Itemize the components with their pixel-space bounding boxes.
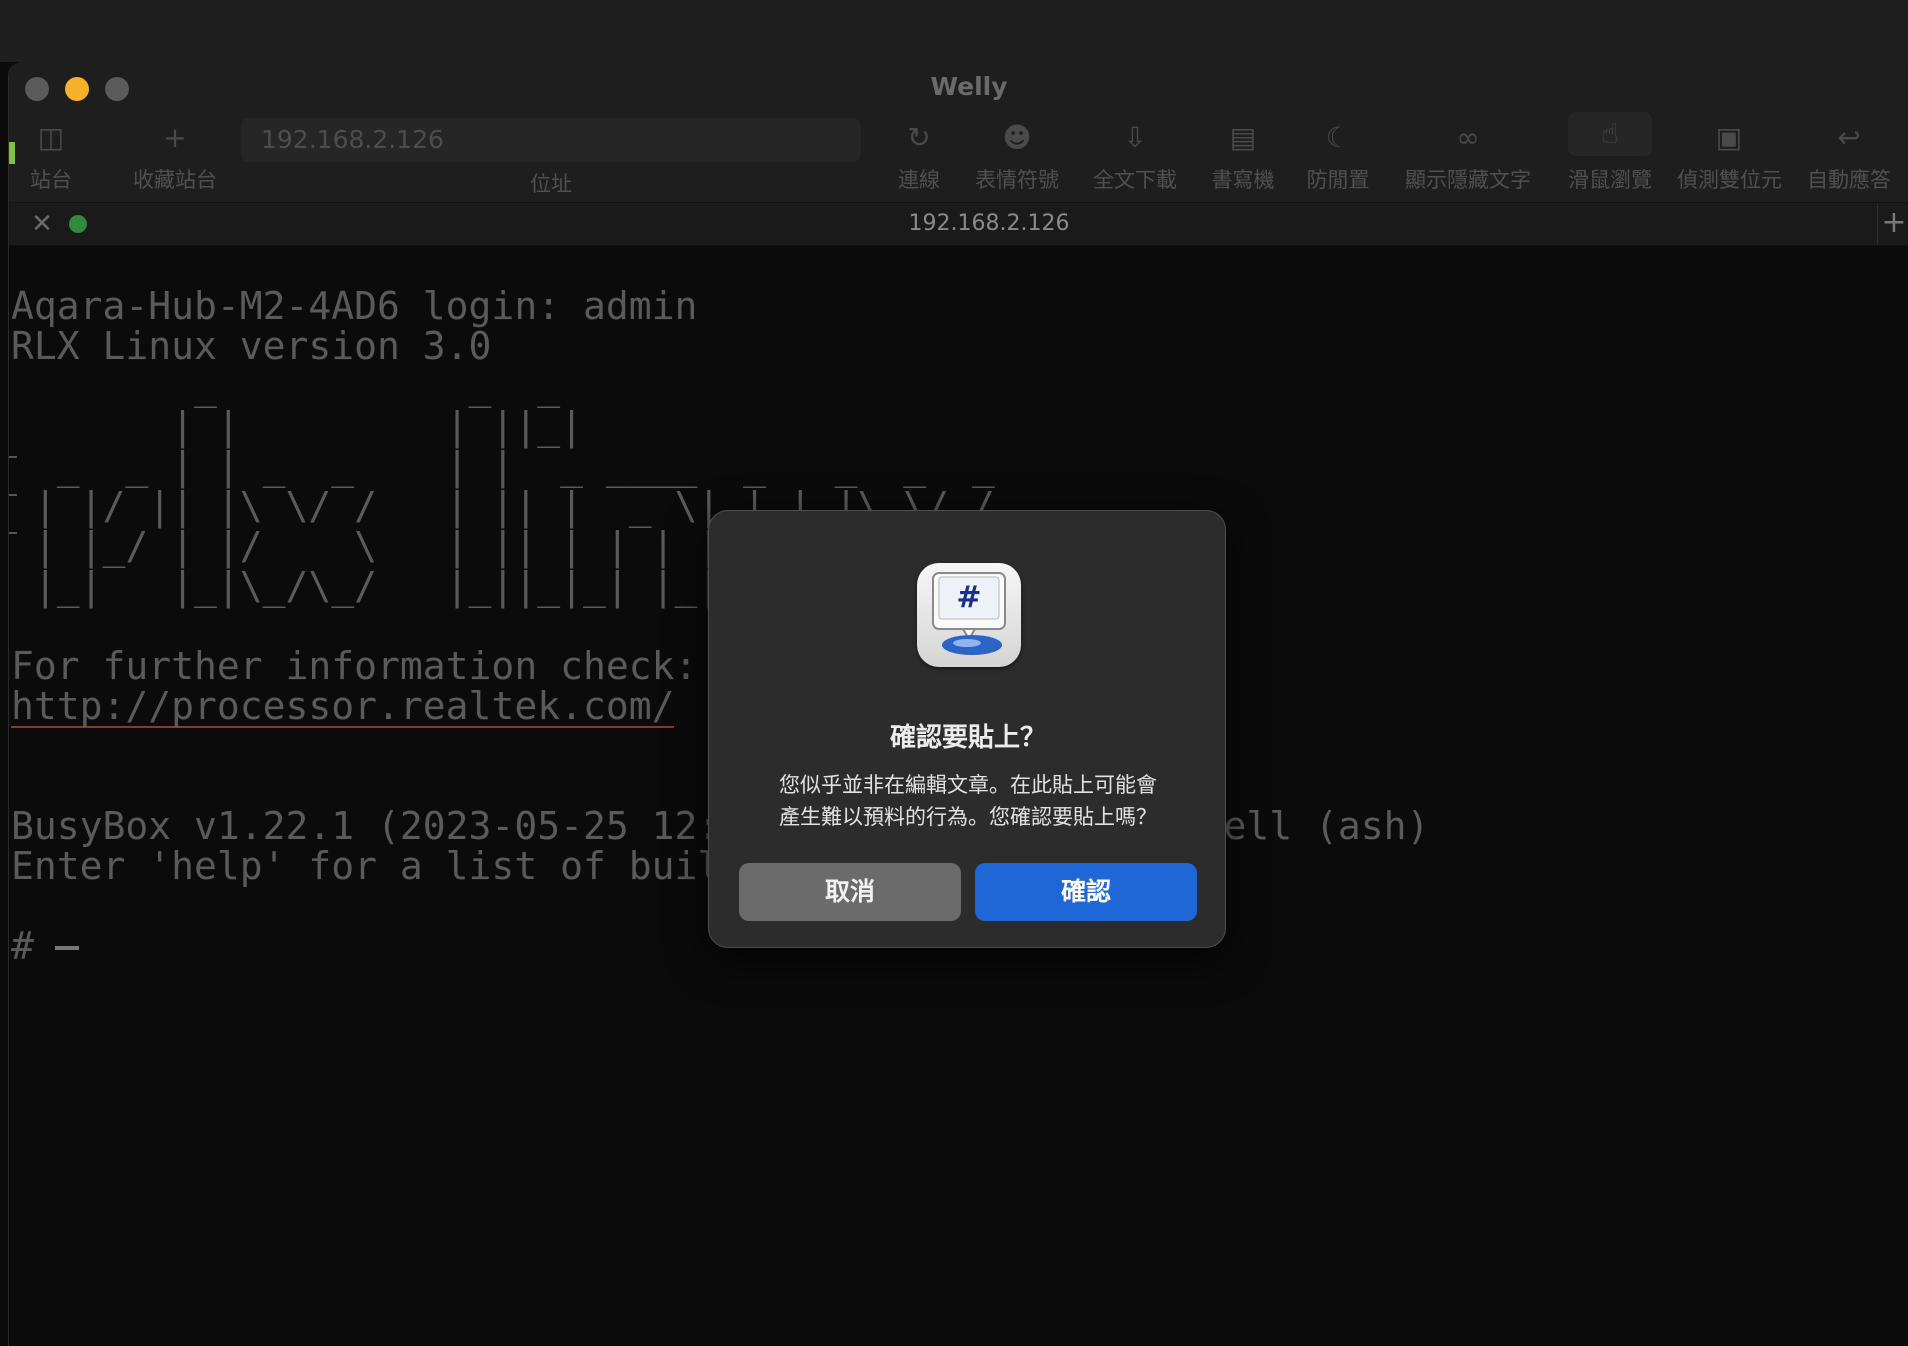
paste-confirm-dialog: # 確認要貼上？ 您似乎並非在編輯文章。在此貼上可能會 產生難以預料的行為。您確…: [708, 510, 1226, 948]
window-title: Welly: [930, 72, 1008, 101]
terminal-line: For further information check:: [11, 644, 698, 688]
terminal-line: | | | ||_|: [11, 404, 583, 448]
terminal-line: RLX Linux version 3.0: [11, 324, 492, 368]
toolbar-favorites-button[interactable]: + 收藏站台: [117, 120, 233, 200]
terminal-prompt: #: [11, 924, 34, 968]
toolbar-composer-button[interactable]: ▤ 書寫機: [1205, 120, 1281, 200]
toolbar-show-hidden-button[interactable]: ∞ 顯示隱藏文字: [1399, 120, 1537, 200]
toolbar-sites-label: 站台: [30, 168, 72, 192]
dialog-title: 確認要貼上？: [889, 723, 1046, 753]
address-input[interactable]: 192.168.2.126: [241, 118, 861, 162]
dialog-message-line: 產生難以預料的行為。您確認要貼上嗎？: [779, 805, 1157, 829]
toolbar-show-hidden-label: 顯示隱藏文字: [1405, 168, 1531, 192]
toolbar-emoticon-label: 表情符號: [975, 168, 1059, 192]
glasses-icon: ∞: [1456, 121, 1480, 154]
compose-icon: ▤: [1229, 121, 1257, 154]
toolbar-anti-idle-button[interactable]: ☾ 防閒置: [1299, 120, 1377, 200]
reply-icon: ↩: [1837, 121, 1861, 154]
toolbar-connect-label: 連線: [898, 168, 940, 192]
toolbar-double-byte-button[interactable]: ▣ 偵測雙位元: [1677, 120, 1782, 200]
tab-bar: ✕ 192.168.2.126 +: [9, 203, 1908, 246]
terminal-cursor: [55, 946, 79, 950]
download-icon: ⇩: [1123, 121, 1147, 154]
toolbar-composer-label: 書寫機: [1211, 168, 1275, 192]
toolbar-emoticon-button[interactable]: ☻ 表情符號: [965, 120, 1069, 200]
book-icon: ◫: [37, 121, 65, 154]
toolbar-auto-reply-label: 自動應答: [1807, 168, 1891, 192]
toolbar-mouse-browse-label: 滑鼠瀏覽: [1568, 168, 1652, 192]
toolbar-download-label: 全文下載: [1093, 168, 1177, 192]
title-toolbar: Welly ◫ 站台 + 收藏站台 192.168.2.126 位址 ↻ 連線 …: [9, 62, 1908, 203]
add-tab-icon[interactable]: +: [1877, 203, 1908, 245]
tab-title[interactable]: 192.168.2.126: [9, 203, 1908, 245]
terminal-line: Aqara-Hub-M2-4AD6 login: admin: [11, 284, 698, 328]
coffee-icon: ☾: [1325, 121, 1351, 154]
smiley-icon: ☻: [1002, 121, 1032, 154]
toolbar-mouse-browse-button[interactable]: ☝ 滑鼠瀏覽: [1555, 112, 1665, 200]
toolbar-connect-button[interactable]: ↻ 連線: [879, 120, 959, 200]
dialog-message-line: 您似乎並非在編輯文章。在此貼上可能會: [779, 773, 1157, 797]
dialog-message: 您似乎並非在編輯文章。在此貼上可能會 產生難以預料的行為。您確認要貼上嗎？: [749, 769, 1187, 833]
toolbar-auto-reply-button[interactable]: ↩ 自動應答: [1799, 120, 1899, 200]
welly-app-icon: #: [917, 563, 1021, 667]
screen-top-band: [0, 0, 1908, 62]
double-byte-icon: ▣: [1715, 121, 1743, 154]
toolbar-double-byte-label: 偵測雙位元: [1677, 168, 1782, 192]
plus-icon: +: [163, 121, 187, 154]
svg-text:#: #: [956, 580, 981, 615]
toolbar-favorites-label: 收藏站台: [133, 168, 217, 192]
terminal-link-line[interactable]: http://processor.realtek.com/: [11, 686, 675, 728]
terminal-line: _ _ | | _ _ | | _ ____ _ _ _ _: [11, 444, 995, 488]
reload-icon: ↻: [907, 121, 931, 154]
cancel-button[interactable]: 取消: [739, 863, 961, 921]
terminal-line: _ _ _: [11, 364, 561, 408]
toolbar-sites-button[interactable]: ◫ 站台: [15, 120, 87, 200]
toolbar-anti-idle-label: 防閒置: [1306, 168, 1370, 192]
address-label: 位址: [530, 172, 572, 196]
toolbar-download-button[interactable]: ⇩ 全文下載: [1083, 120, 1187, 200]
hand-pointer-icon: ☝: [1568, 112, 1652, 156]
confirm-button[interactable]: 確認: [975, 863, 1197, 921]
